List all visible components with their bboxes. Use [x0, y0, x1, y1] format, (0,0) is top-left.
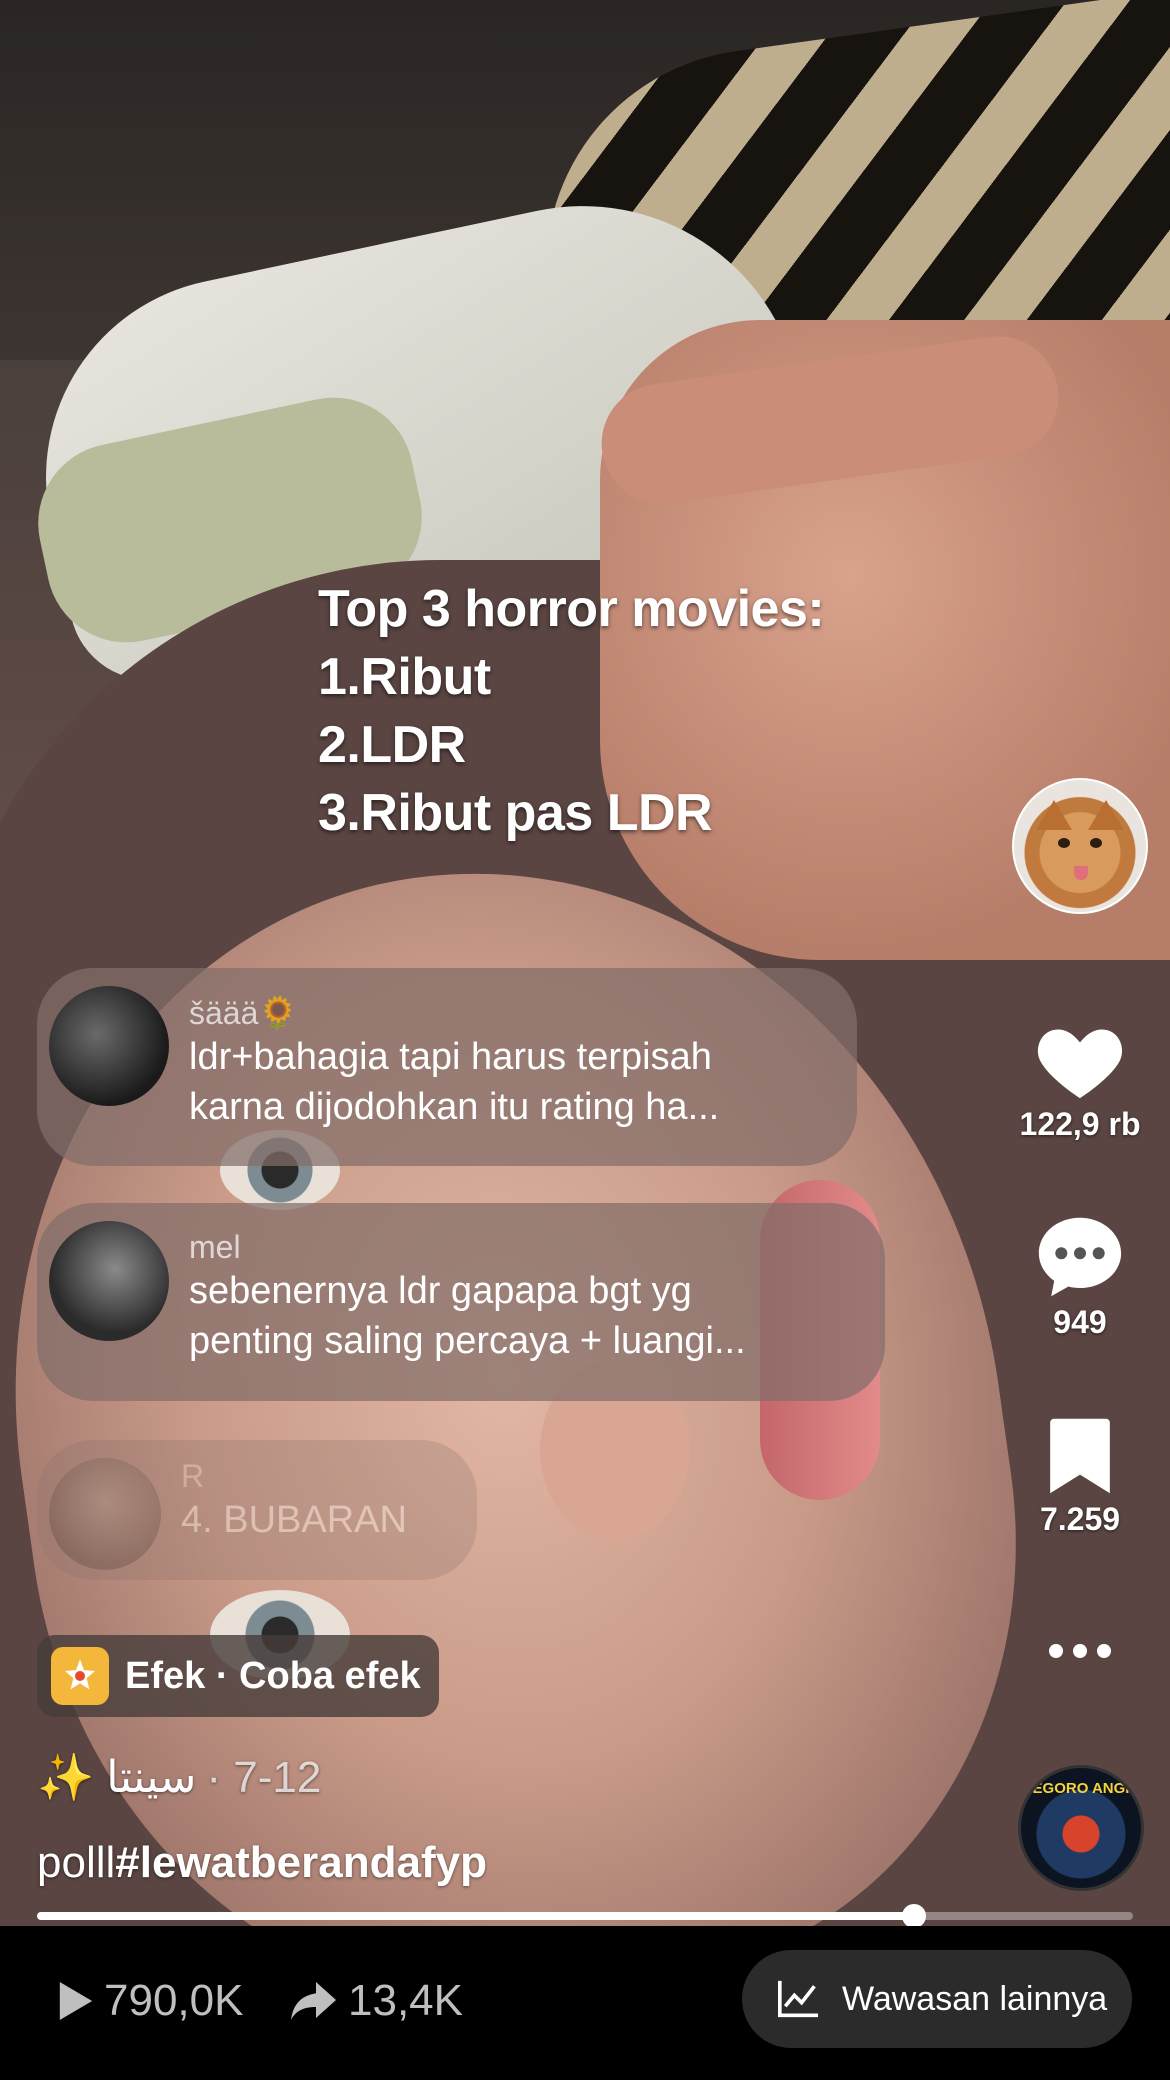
commenter-name: mel	[189, 1229, 241, 1265]
heart-icon	[1037, 1029, 1123, 1099]
comment-bubble[interactable]: R 4. BUBARAN	[37, 1440, 477, 1580]
cat-ear	[1036, 800, 1072, 830]
comment-text: penting saling percaya + luangi...	[189, 1320, 746, 1362]
cat-eye	[1058, 838, 1070, 848]
comment-content: R 4. BUBARAN	[181, 1458, 407, 1545]
comment-text: ldr+bahagia tapi harus terpisah	[189, 1036, 712, 1078]
play-count: 790,0K	[56, 1976, 243, 2026]
sparkle-icon: ✨	[37, 1751, 95, 1803]
more-dots-icon	[1049, 1644, 1111, 1658]
author-name[interactable]: سينتا	[106, 1752, 196, 1803]
like-count: 122,9 rb	[1019, 1106, 1141, 1142]
comment-text: 4. BUBARAN	[181, 1499, 407, 1541]
insights-button[interactable]: Wawasan lainnya	[742, 1950, 1132, 2048]
video-overlay-text: Top 3 horror movies: 1.Ribut 2.LDR 3.Rib…	[318, 580, 825, 842]
creator-avatar[interactable]	[1012, 778, 1148, 914]
commenter-avatar[interactable]	[49, 986, 169, 1106]
cat-tongue	[1074, 866, 1088, 880]
video-caption: polll#lewatberandafyp	[37, 1838, 487, 1888]
analytics-chart-icon	[778, 1980, 818, 2018]
commenter-name: R	[181, 1458, 205, 1494]
post-date: · 7-12	[206, 1752, 322, 1802]
play-count-value: 790,0K	[104, 1976, 244, 2025]
effect-chip[interactable]: Efek · Coba efek	[37, 1635, 439, 1717]
commenter-avatar[interactable]	[49, 1221, 169, 1341]
share-arrow-icon	[291, 1982, 336, 2020]
share-count: 13,4K	[290, 1976, 463, 2026]
play-icon	[59, 1982, 93, 2020]
progress-fill	[37, 1912, 914, 1920]
caption-hashtag[interactable]: #lewatberandafyp	[115, 1838, 487, 1887]
save-count: 7.259	[1039, 1501, 1121, 1537]
effect-label: Efek · Coba efek	[125, 1654, 421, 1697]
commenter-name: šäää🌻	[189, 995, 299, 1031]
save-button[interactable]: 7.259	[1005, 1415, 1155, 1538]
comment-text: sebenernya ldr gapapa bgt yg	[189, 1270, 692, 1312]
progress-scrubber[interactable]	[901, 1904, 926, 1928]
more-options-button[interactable]	[1005, 1640, 1155, 1662]
author-line[interactable]: ✨ سينتا · 7-12	[37, 1750, 321, 1805]
commenter-avatar[interactable]	[49, 1458, 161, 1570]
effect-sparkle-icon	[51, 1647, 109, 1705]
share-count-value: 13,4K	[348, 1976, 463, 2025]
comment-content: šäää🌻 ldr+bahagia tapi harus terpisah ka…	[189, 986, 719, 1132]
video-progress-bar[interactable]	[37, 1904, 1133, 1928]
like-button[interactable]: 122,9 rb	[1005, 1018, 1155, 1143]
cat-ear	[1088, 800, 1124, 830]
comment-count: 949	[1053, 1304, 1107, 1340]
bookmark-icon	[1050, 1418, 1110, 1494]
comment-bubble[interactable]: mel sebenernya ldr gapapa bgt yg penting…	[37, 1203, 885, 1401]
bottom-stats-bar: 790,0K 13,4K Wawasan lainnya	[0, 1926, 1170, 2080]
insights-label: Wawasan lainnya	[842, 1979, 1108, 2018]
caption-text: polll	[37, 1838, 116, 1887]
comment-button[interactable]: 949	[1005, 1214, 1155, 1341]
comment-text: karna dijodohkan itu rating ha...	[189, 1086, 720, 1128]
comment-content: mel sebenernya ldr gapapa bgt yg penting…	[189, 1221, 746, 1366]
comment-bubble-icon	[1038, 1217, 1122, 1297]
cat-eye	[1090, 838, 1102, 848]
music-disc[interactable]: NEGORO ANGIN	[1018, 1765, 1144, 1891]
comment-bubble[interactable]: šäää🌻 ldr+bahagia tapi harus terpisah ka…	[37, 968, 857, 1166]
disc-label: NEGORO ANGIN	[1021, 1780, 1141, 1797]
